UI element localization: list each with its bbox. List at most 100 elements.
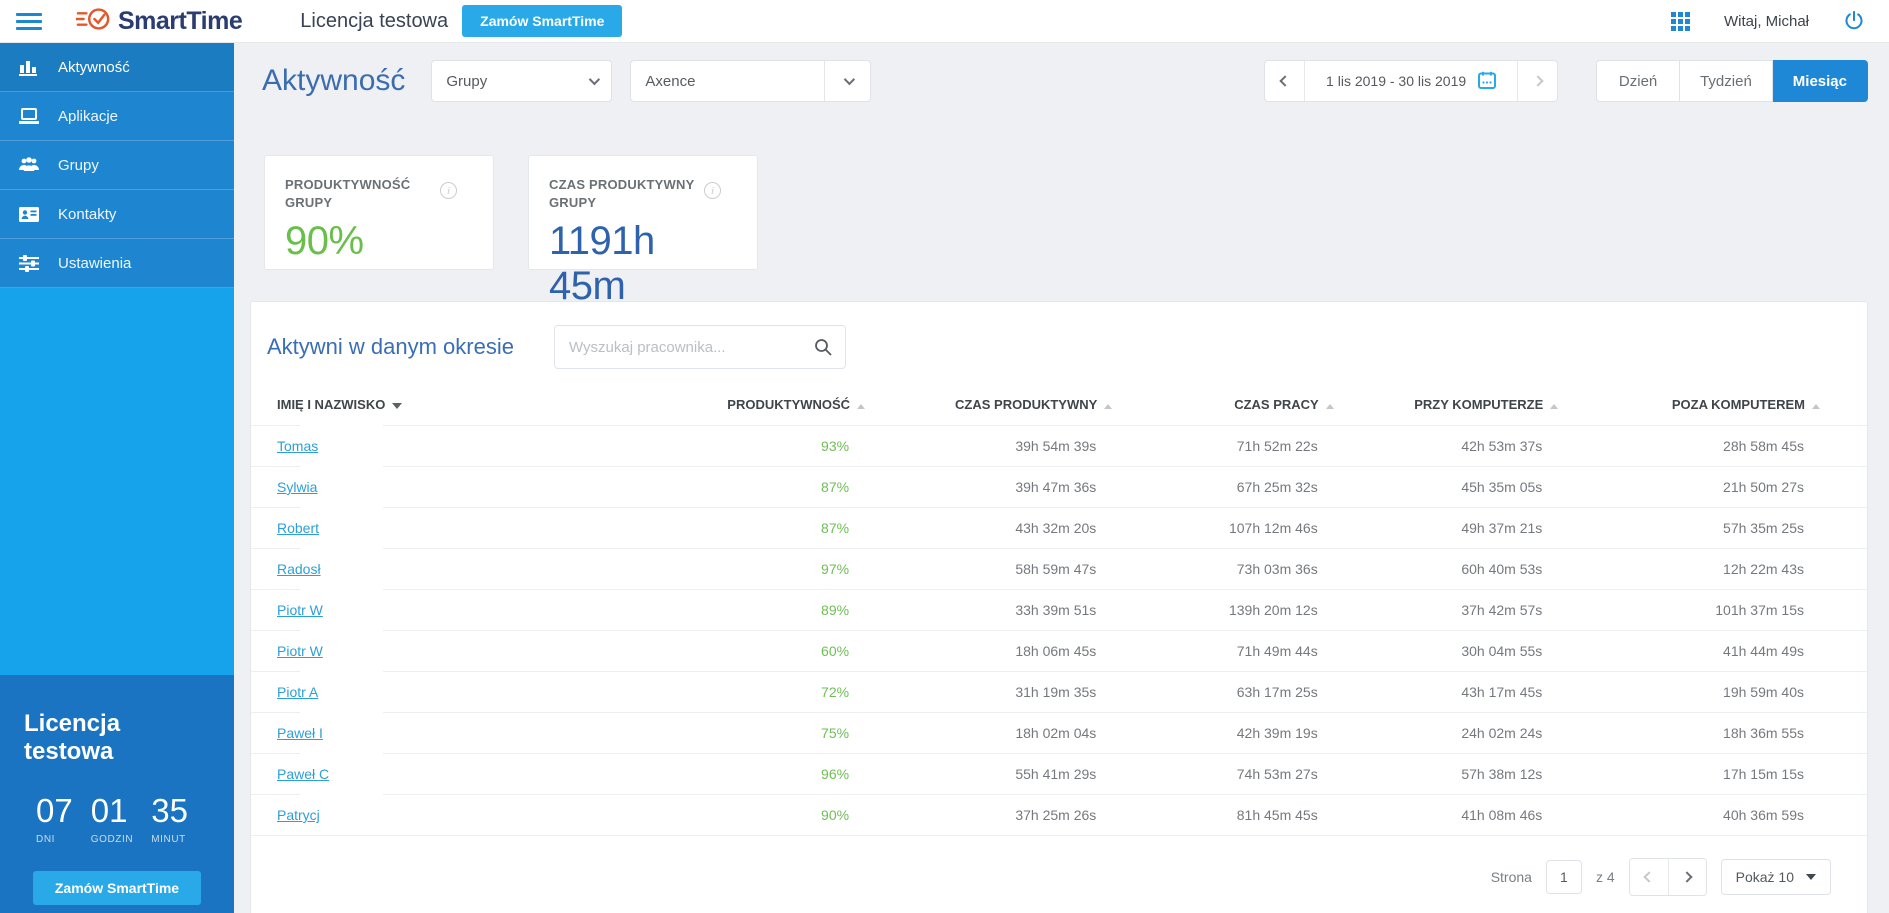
period-day-button[interactable]: Dzień	[1596, 60, 1680, 102]
info-icon[interactable]: i	[704, 182, 721, 199]
card-title: CZAS PRODUKTYWNY GRUPY	[549, 176, 699, 211]
at-computer-cell: 57h 38m 12s	[1334, 754, 1559, 795]
work-time-cell: 107h 12m 46s	[1112, 508, 1333, 549]
sort-icon	[1812, 404, 1820, 409]
sidebar: Aktywność Aplikacje	[0, 43, 234, 913]
productivity-cell: 96%	[671, 754, 865, 795]
sidebar-item-label: Aplikacje	[58, 108, 118, 125]
user-greeting[interactable]: Witaj, Michał	[1724, 13, 1809, 30]
page-label: Strona	[1491, 869, 1532, 885]
group-filter-value: Grupy	[446, 73, 487, 90]
date-range-picker[interactable]: 1 lis 2019 - 30 lis 2019	[1305, 61, 1517, 101]
chevron-right-icon	[1532, 75, 1543, 86]
search-input[interactable]	[554, 325, 846, 369]
sidebar-item-aplikacje[interactable]: Aplikacje	[0, 92, 234, 141]
productive-time-cell: 18h 02m 04s	[865, 713, 1112, 754]
order-smarttime-topbar-button[interactable]: Zamów SmartTime	[462, 5, 622, 37]
employee-link[interactable]: Paweł C	[277, 766, 329, 782]
employee-link[interactable]: Patrycj	[277, 807, 320, 823]
productivity-cell: 75%	[671, 713, 865, 754]
table-row: Sylwia 87% 39h 47m 36s 67h 25m 32s 45h 3…	[251, 467, 1867, 508]
logout-power-icon[interactable]	[1843, 10, 1865, 32]
sidebar-item-kontakty[interactable]: Kontakty	[0, 190, 234, 239]
column-header-away[interactable]: POZA KOMPUTEREM	[1558, 387, 1867, 426]
chevron-down-icon	[589, 74, 600, 85]
sidebar-item-aktywnosc[interactable]: Aktywność	[0, 43, 234, 92]
employee-link[interactable]: Piotr W	[277, 602, 323, 618]
away-cell: 17h 15m 15s	[1558, 754, 1867, 795]
productivity-cell: 90%	[671, 795, 865, 836]
sidebar-item-label: Aktywność	[58, 59, 130, 76]
info-icon[interactable]: i	[440, 182, 457, 199]
sidebar-item-ustawienia[interactable]: Ustawienia	[0, 239, 234, 288]
table-row: Piotr A 72% 31h 19m 35s 63h 17m 25s 43h …	[251, 672, 1867, 713]
column-header-productivity[interactable]: PRODUKTYWNOŚĆ	[671, 387, 865, 426]
search-icon[interactable]	[813, 337, 833, 362]
period-week-button[interactable]: Tydzień	[1680, 60, 1773, 102]
names-overlay-mask	[300, 416, 383, 826]
people-icon	[0, 157, 58, 173]
at-computer-cell: 24h 02m 24s	[1334, 713, 1559, 754]
sort-descending-icon	[392, 403, 402, 409]
column-header-at-computer[interactable]: PRZY KOMPUTERZE	[1334, 387, 1559, 426]
sort-icon	[857, 404, 865, 409]
away-cell: 18h 36m 55s	[1558, 713, 1867, 754]
group-filter-select[interactable]: Grupy	[431, 60, 612, 102]
page-size-select[interactable]: Pokaż 10	[1721, 859, 1831, 895]
employee-search	[554, 325, 846, 369]
employee-link[interactable]: Tomas	[277, 438, 318, 454]
employee-link[interactable]: Sylwia	[277, 479, 317, 495]
work-time-cell: 63h 17m 25s	[1112, 672, 1333, 713]
sidebar-item-grupy[interactable]: Grupy	[0, 141, 234, 190]
total-pages-label: z 4	[1596, 869, 1615, 885]
employee-link[interactable]: Robert	[277, 520, 319, 536]
toolbar: Aktywność Grupy Axence 1 lis 2019 - 30 l…	[262, 60, 1868, 102]
employee-link[interactable]: Piotr W	[277, 643, 323, 659]
laptop-icon	[0, 107, 58, 125]
productivity-cell: 60%	[671, 631, 865, 672]
page-number-input[interactable]	[1546, 860, 1582, 894]
chevron-left-icon	[1279, 75, 1290, 86]
app-logo[interactable]: SmartTime	[76, 4, 242, 39]
group-productive-time-card: CZAS PRODUKTYWNY GRUPY i 1191h 45m	[528, 155, 758, 270]
sidebar-nav: Aktywność Aplikacje	[0, 43, 234, 288]
work-time-cell: 42h 39m 19s	[1112, 713, 1333, 754]
period-month-button[interactable]: Miesiąc	[1773, 60, 1868, 102]
employee-link[interactable]: Piotr A	[277, 684, 318, 700]
table-title: Aktywni w danym okresie	[267, 334, 514, 360]
previous-period-button[interactable]	[1265, 61, 1305, 101]
productive-time-cell: 18h 06m 45s	[865, 631, 1112, 672]
subgroup-filter-value: Axence	[645, 73, 695, 90]
productivity-cell: 97%	[671, 549, 865, 590]
work-time-cell: 73h 03m 36s	[1112, 549, 1333, 590]
date-range-value: 1 lis 2019 - 30 lis 2019	[1326, 73, 1466, 89]
at-computer-cell: 42h 53m 37s	[1334, 426, 1559, 467]
license-title: Licencja testowa	[24, 710, 210, 766]
productivity-cell: 72%	[671, 672, 865, 713]
sliders-icon	[0, 255, 58, 272]
countdown-hours: 01 GODZIN	[91, 792, 134, 845]
employee-link[interactable]: Paweł I	[277, 725, 323, 741]
hamburger-menu-icon[interactable]	[16, 13, 42, 30]
pagination: Strona z 4 Pokaż 10	[251, 836, 1867, 913]
main-content: Aktywność Grupy Axence 1 lis 2019 - 30 l…	[234, 43, 1889, 913]
away-cell: 101h 37m 15s	[1558, 590, 1867, 631]
column-header-productive-time[interactable]: CZAS PRODUKTYWNY	[865, 387, 1112, 426]
productive-time-cell: 33h 39m 51s	[865, 590, 1112, 631]
group-productivity-card: PRODUKTYWNOŚĆ GRUPY i 90%	[264, 155, 494, 270]
employee-link[interactable]: Radosł	[277, 561, 321, 577]
apps-grid-icon[interactable]	[1671, 12, 1690, 31]
chevron-left-icon	[1643, 871, 1654, 882]
next-page-button[interactable]	[1668, 859, 1706, 895]
employees-table: IMIĘ I NAZWISKO PRODUKTYWNOŚĆ CZAS PRODU…	[251, 387, 1867, 836]
countdown-minutes: 35 MINUT	[151, 792, 188, 845]
subgroup-filter-select[interactable]: Axence	[630, 60, 871, 102]
previous-page-button[interactable]	[1630, 859, 1668, 895]
column-header-work-time[interactable]: CZAS PRACY	[1112, 387, 1333, 426]
order-smarttime-sidebar-button[interactable]: Zamów SmartTime	[33, 871, 201, 905]
next-period-button[interactable]	[1517, 61, 1557, 101]
away-cell: 41h 44m 49s	[1558, 631, 1867, 672]
work-time-cell: 71h 49m 44s	[1112, 631, 1333, 672]
page-size-value: Pokaż 10	[1736, 869, 1794, 885]
productive-time-cell: 58h 59m 47s	[865, 549, 1112, 590]
